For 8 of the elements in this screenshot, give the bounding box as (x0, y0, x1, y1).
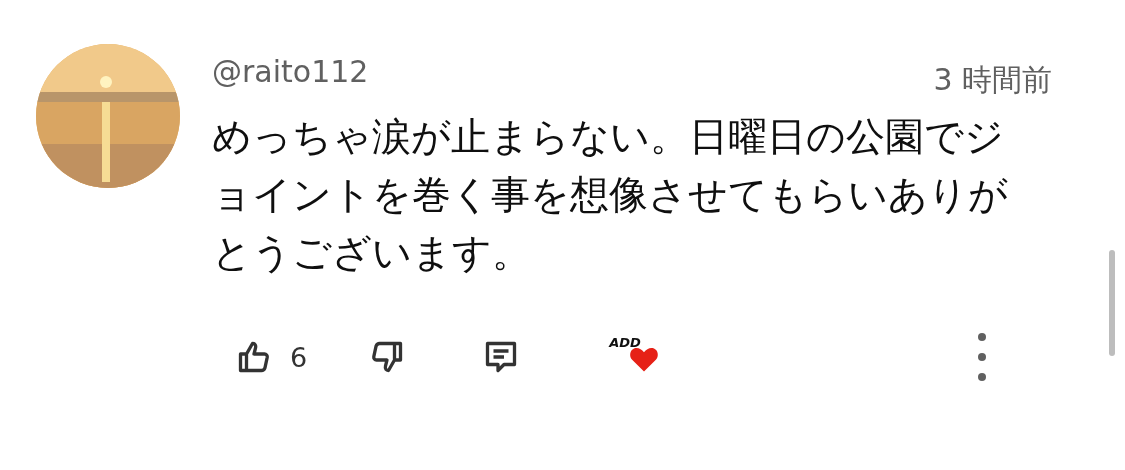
more-options-button[interactable] (977, 332, 988, 382)
scrollbar[interactable] (1109, 250, 1115, 356)
like-button[interactable] (236, 339, 272, 375)
channel-logo: ADD (609, 335, 641, 350)
like-count: 6 (290, 341, 308, 373)
comment-time: 3 時間前 (933, 61, 1052, 99)
author-name[interactable]: @raito112 (212, 54, 369, 89)
comment-text: めっちゃ涙が止まらない。日曜日の公園でジョイントを巻く事を想像させてもらいありがとうございます。 (212, 113, 1009, 277)
